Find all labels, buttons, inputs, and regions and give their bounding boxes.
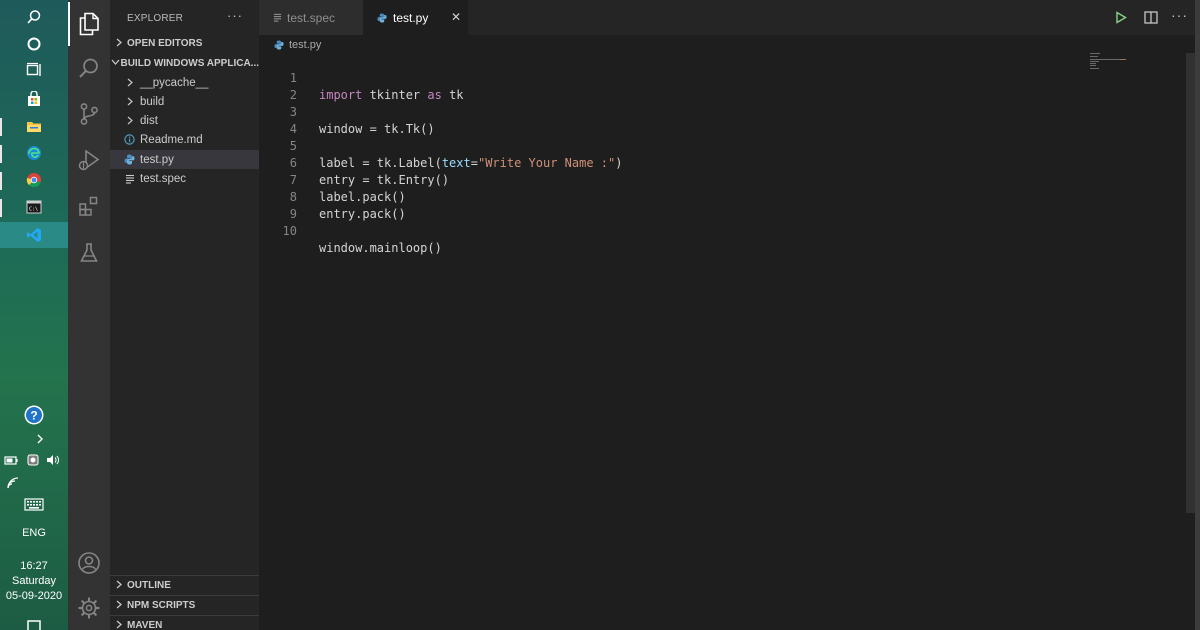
window-right-edge <box>1195 0 1200 630</box>
activity-bar <box>68 0 110 630</box>
chevron-down-icon <box>110 58 120 69</box>
terminal-icon[interactable]: C:\ <box>0 194 68 220</box>
chevron-right-icon <box>110 600 127 612</box>
tree-item-label: test.spec <box>140 172 187 185</box>
run-debug-icon[interactable] <box>68 138 110 182</box>
active-view-indicator <box>68 2 70 46</box>
tree-item-pycache[interactable]: __pycache__ <box>110 73 259 92</box>
chrome-icon[interactable] <box>0 167 68 193</box>
code-line: 1 import tkinter as tk <box>259 53 1184 102</box>
clock-time[interactable]: 16:27 <box>0 559 68 573</box>
line-number: 10 <box>282 224 297 238</box>
code-line: 5 label = tk.Label(text="Write Your Name… <box>259 121 1184 170</box>
python-file-icon <box>377 12 387 23</box>
chevron-right-icon <box>110 97 140 106</box>
run-icon[interactable] <box>1115 11 1127 29</box>
task-view-icon[interactable] <box>0 57 68 83</box>
text-file-icon <box>110 174 140 184</box>
help-icon[interactable]: ? <box>0 402 68 428</box>
code-line: 3 window = tk.Tk() <box>259 87 1184 136</box>
chevron-right-icon <box>110 38 127 50</box>
tab-test-spec[interactable]: test.spec <box>259 0 363 35</box>
tree-item-test-py[interactable]: test.py <box>110 150 259 169</box>
minimap[interactable] <box>1090 53 1140 73</box>
file-explorer-icon[interactable] <box>0 113 68 139</box>
python-file-icon <box>274 40 284 50</box>
section-label: NPM SCRIPTS <box>127 600 196 611</box>
tree-item-test-spec[interactable]: test.spec <box>110 169 259 188</box>
tree-item-dist[interactable]: dist <box>110 111 259 130</box>
tree-item-label: __pycache__ <box>140 76 209 89</box>
code-line: 6 entry = tk.Entry() <box>259 138 1184 187</box>
chevron-right-icon <box>110 620 127 630</box>
tab-test-py[interactable]: test.py ✕ <box>363 0 468 35</box>
svg-text:?: ? <box>30 409 37 423</box>
code-line: 7 label.pack() <box>259 155 1184 204</box>
chevron-right-icon <box>110 580 127 592</box>
section-label: OUTLINE <box>127 580 171 591</box>
line-content: window.mainloop() <box>319 241 442 255</box>
code-line: 8 entry.pack() <box>259 172 1184 221</box>
explorer-sidebar: EXPLORER ··· OPEN EDITORS BUILD WINDOWS … <box>110 0 259 630</box>
source-control-icon[interactable] <box>68 92 110 136</box>
python-file-icon <box>110 154 140 165</box>
explorer-icon[interactable] <box>68 2 110 46</box>
notification-icon[interactable] <box>0 613 68 630</box>
section-label: OPEN EDITORS <box>127 38 203 49</box>
info-icon <box>110 134 140 145</box>
folder-section[interactable]: BUILD WINDOWS APPLICA... <box>110 54 259 73</box>
language-indicator[interactable]: ENG <box>0 526 68 540</box>
tree-item-label: test.py <box>140 153 174 166</box>
code-line: 9 <box>259 189 1184 221</box>
code-line: 10 window.mainloop() <box>259 206 1184 255</box>
clock-day[interactable]: Saturday <box>0 574 68 588</box>
keyboard-icon[interactable] <box>0 491 68 517</box>
sidebar-title: EXPLORER <box>127 13 184 24</box>
chevron-right-icon <box>110 116 140 125</box>
open-editors-section[interactable]: OPEN EDITORS <box>110 34 259 53</box>
search-icon[interactable] <box>68 46 110 90</box>
vscode-icon[interactable] <box>0 222 68 248</box>
account-icon[interactable] <box>68 541 110 585</box>
tree-item-label: dist <box>140 114 158 127</box>
cortana-icon[interactable] <box>0 31 68 57</box>
code-line: 2 <box>259 70 1184 102</box>
tree-item-build[interactable]: build <box>110 92 259 111</box>
breadcrumb-file: test.py <box>289 39 322 51</box>
section-label: BUILD WINDOWS APPLICA... <box>120 58 259 69</box>
volume-icon[interactable] <box>44 447 62 473</box>
edge-icon[interactable] <box>0 140 68 166</box>
npm-scripts-section[interactable]: NPM SCRIPTS <box>110 596 259 615</box>
tree-item-readme[interactable]: Readme.md <box>110 130 259 149</box>
network-icon[interactable] <box>24 447 42 473</box>
tree-item-label: build <box>140 95 165 108</box>
breadcrumb[interactable]: test.py <box>274 37 321 53</box>
close-tab-button[interactable]: ✕ <box>451 10 461 24</box>
svg-text:C:\: C:\ <box>29 207 38 213</box>
clock-date[interactable]: 05-09-2020 <box>0 589 68 603</box>
windows-taskbar: C:\ ? ENG 16:27 Saturday 05-09-2020 <box>0 0 68 630</box>
code-line: 4 <box>259 104 1184 136</box>
editor-tab-bar: test.spec test.py ✕ ··· <box>259 0 1200 35</box>
testing-icon[interactable] <box>68 231 110 275</box>
settings-gear-icon[interactable] <box>68 586 110 630</box>
tree-item-label: Readme.md <box>140 133 203 146</box>
extensions-icon[interactable] <box>68 184 110 228</box>
text-file-icon <box>273 13 282 22</box>
vertical-scrollbar[interactable] <box>1186 53 1195 513</box>
more-actions-button[interactable]: ··· <box>227 8 243 23</box>
search-icon[interactable] <box>0 4 68 30</box>
maven-section[interactable]: MAVEN <box>110 616 259 630</box>
chevron-right-icon <box>110 78 140 87</box>
tab-label: test.spec <box>287 10 336 25</box>
more-actions-icon[interactable]: ··· <box>1171 7 1188 23</box>
store-icon[interactable] <box>0 86 68 112</box>
split-editor-icon[interactable] <box>1144 11 1158 29</box>
outline-section[interactable]: OUTLINE <box>110 576 259 595</box>
tab-label: test.py <box>393 10 429 25</box>
section-label: MAVEN <box>127 620 163 630</box>
